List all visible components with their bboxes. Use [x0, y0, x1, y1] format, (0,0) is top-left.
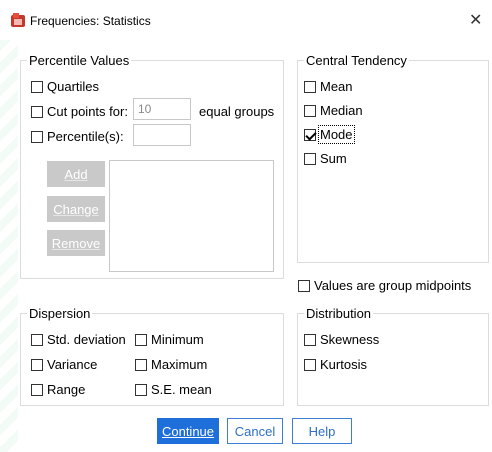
mode-checkbox[interactable]: Mode [304, 125, 355, 144]
distribution-group: Distribution [297, 306, 489, 406]
background-stripe [0, 40, 18, 452]
quartiles-label: Quartiles [47, 79, 100, 94]
minimum-box[interactable] [135, 333, 147, 346]
minimum-label: Minimum [151, 332, 204, 347]
change-button[interactable]: Change [47, 196, 105, 222]
se-mean-box[interactable] [135, 383, 147, 396]
skewness-label: Skewness [320, 332, 380, 347]
add-button[interactable]: Add [47, 161, 105, 187]
group-midpoints-checkbox[interactable]: Values are group midpoints [298, 278, 471, 293]
range-box[interactable] [31, 383, 43, 396]
percentile-list[interactable] [109, 160, 274, 272]
sum-checkbox[interactable]: Sum [304, 151, 347, 166]
se-mean-checkbox[interactable]: S.E. mean [135, 382, 212, 397]
cutpoints-checkbox[interactable]: Cut points for: [31, 104, 128, 119]
median-box[interactable] [304, 104, 316, 117]
se-mean-label: S.E. mean [151, 382, 212, 397]
skewness-checkbox[interactable]: Skewness [304, 332, 379, 347]
mean-checkbox[interactable]: Mean [304, 79, 353, 94]
central-tendency-legend: Central Tendency [306, 53, 407, 68]
title-bar: Frequencies: Statistics ✕ [0, 0, 492, 40]
percentiles-box[interactable] [31, 130, 43, 143]
mean-label: Mean [320, 79, 353, 94]
percentiles-input[interactable] [133, 124, 191, 146]
percentile-values-legend: Percentile Values [29, 53, 130, 68]
std-deviation-checkbox[interactable]: Std. deviation [31, 332, 126, 347]
maximum-label: Maximum [151, 357, 208, 372]
percentiles-checkbox[interactable]: Percentile(s): [31, 129, 124, 144]
minimum-checkbox[interactable]: Minimum [135, 332, 204, 347]
median-label: Median [320, 103, 363, 118]
percentiles-label: Percentile(s): [47, 129, 124, 144]
std-deviation-box[interactable] [31, 333, 43, 346]
mode-label: Mode [318, 125, 355, 144]
kurtosis-checkbox[interactable]: Kurtosis [304, 357, 367, 372]
cutpoints-label: Cut points for: [47, 104, 128, 119]
help-button[interactable]: Help [292, 418, 352, 444]
kurtosis-label: Kurtosis [320, 357, 367, 372]
sum-box[interactable] [304, 152, 316, 165]
std-deviation-label: Std. deviation [47, 332, 126, 347]
maximum-box[interactable] [135, 358, 147, 371]
window-title: Frequencies: Statistics [30, 14, 151, 28]
variance-label: Variance [47, 357, 98, 372]
variance-box[interactable] [31, 358, 43, 371]
dispersion-legend: Dispersion [29, 306, 91, 321]
distribution-legend: Distribution [306, 306, 372, 321]
cutpoints-suffix: equal groups [199, 104, 275, 119]
skewness-box[interactable] [304, 333, 316, 346]
group-midpoints-label: Values are group midpoints [314, 278, 472, 293]
continue-button[interactable]: Continue [157, 418, 219, 444]
maximum-checkbox[interactable]: Maximum [135, 357, 207, 372]
range-label: Range [47, 382, 86, 397]
group-midpoints-box[interactable] [298, 279, 310, 292]
sum-label: Sum [320, 151, 347, 166]
remove-button[interactable]: Remove [47, 230, 105, 256]
kurtosis-box[interactable] [304, 358, 316, 371]
cutpoints-input[interactable]: 10 [133, 98, 191, 120]
spss-app-icon [11, 13, 25, 27]
quartiles-box[interactable] [31, 80, 43, 93]
close-icon[interactable]: ✕ [469, 10, 482, 30]
mode-box[interactable] [304, 128, 316, 141]
continue-label: Continue [161, 423, 215, 439]
quartiles-checkbox[interactable]: Quartiles [31, 79, 99, 94]
variance-checkbox[interactable]: Variance [31, 357, 97, 372]
median-checkbox[interactable]: Median [304, 103, 363, 118]
cutpoints-box[interactable] [31, 105, 43, 118]
mean-box[interactable] [304, 80, 316, 93]
cancel-button[interactable]: Cancel [227, 418, 283, 444]
range-checkbox[interactable]: Range [31, 382, 85, 397]
